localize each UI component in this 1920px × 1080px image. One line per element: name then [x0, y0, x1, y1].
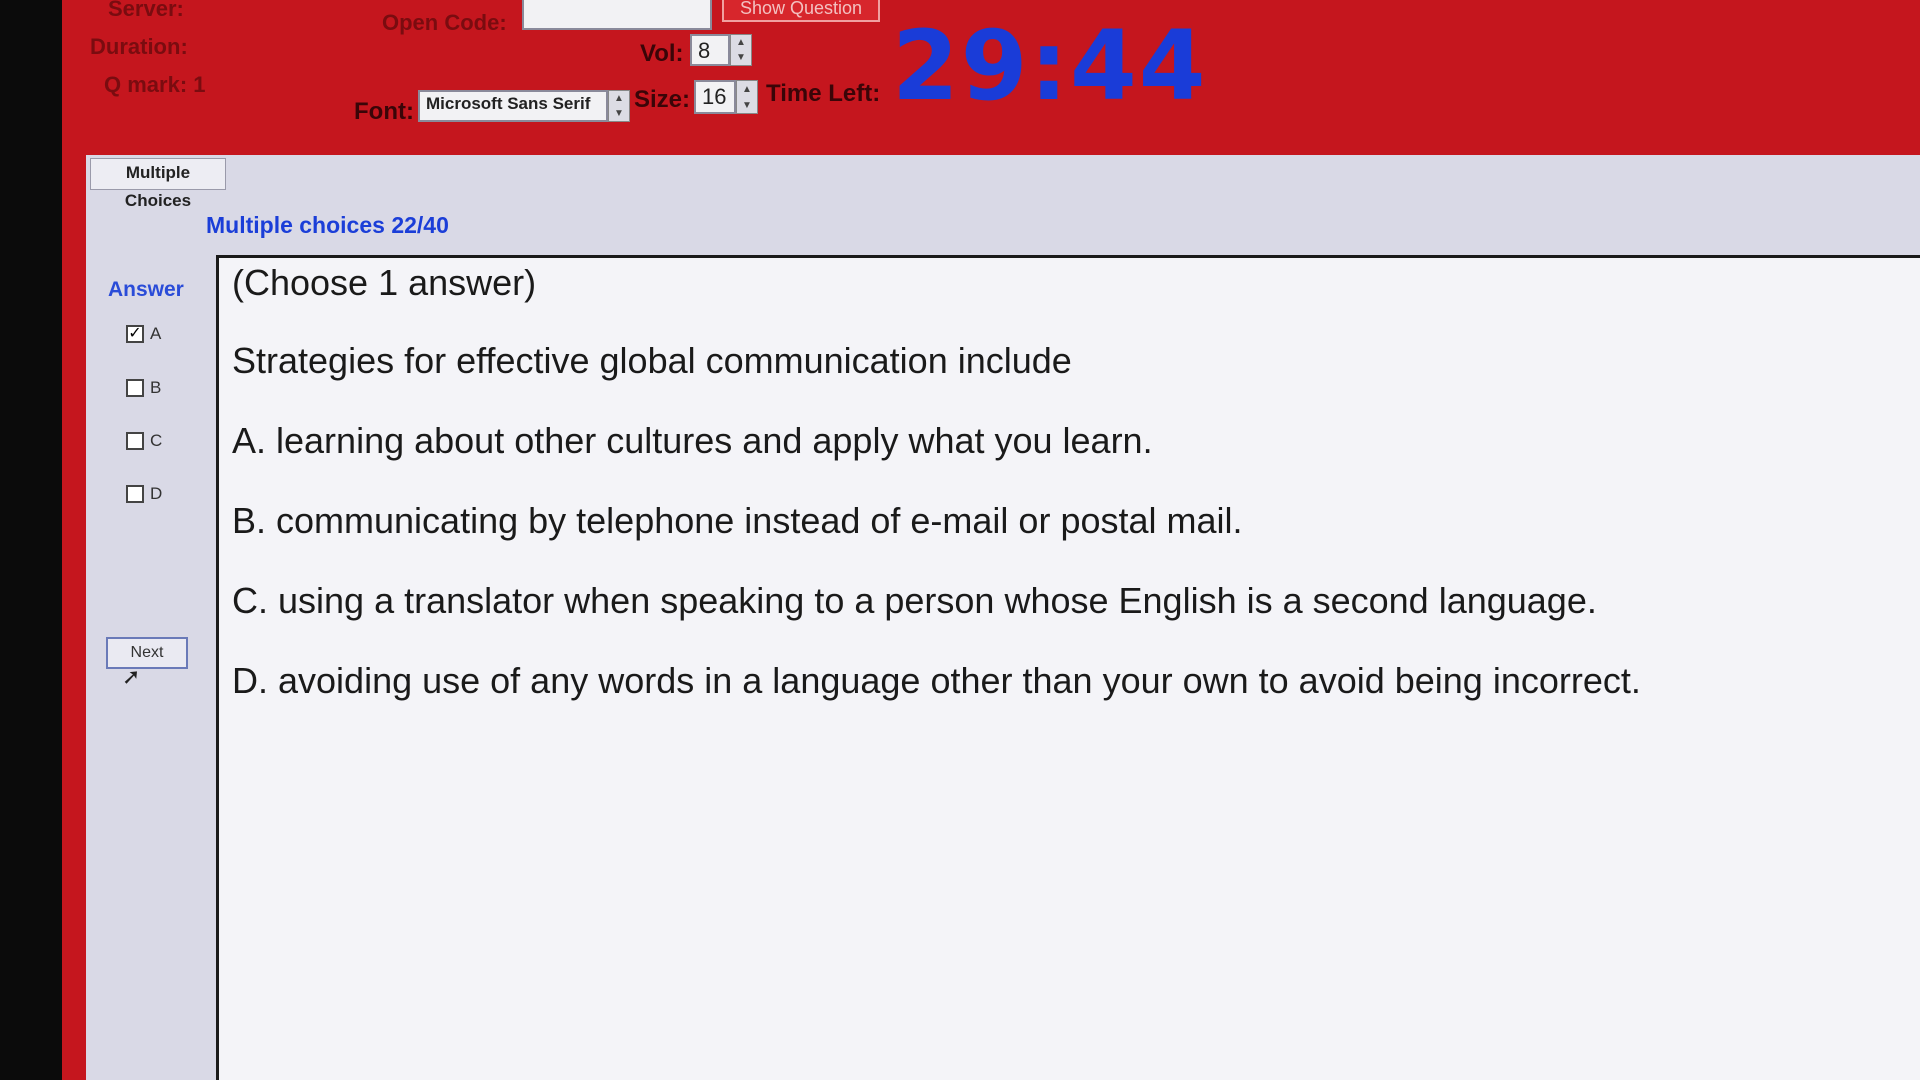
checkbox-a[interactable]: ✓ — [126, 325, 144, 343]
check-icon: ✓ — [128, 325, 142, 342]
down-arrow-icon[interactable]: ▼ — [736, 52, 746, 63]
open-code-label: Open Code: — [382, 10, 507, 35]
answer-option-c[interactable]: C — [126, 431, 162, 451]
option-label: C — [150, 431, 163, 450]
choice-d-text: D. avoiding use of any words in a langua… — [232, 660, 1641, 701]
down-arrow-icon[interactable]: ▼ — [614, 108, 624, 119]
time-left-label: Time Left: — [766, 80, 881, 107]
down-arrow-icon[interactable]: ▼ — [742, 100, 752, 111]
size-label: Size: — [634, 86, 691, 113]
qmark-info: Q mark: 1 — [104, 72, 206, 98]
server-label: Server: — [108, 0, 184, 21]
question-counter: Multiple choices 22/40 — [206, 212, 449, 238]
answer-option-b[interactable]: B — [126, 378, 161, 398]
server-info: Server: — [108, 0, 184, 22]
choice-a-text: A. learning about other cultures and app… — [232, 420, 1153, 461]
choice-b-text: B. communicating by telephone instead of… — [232, 500, 1243, 541]
answer-option-d[interactable]: D — [126, 484, 162, 504]
qmark-label: Q mark: — [104, 72, 188, 97]
checkbox-c[interactable] — [126, 432, 144, 450]
tab-multiple-choices[interactable]: Multiple Choices — [90, 158, 226, 210]
size-spinner[interactable]: ▲ ▼ — [736, 80, 758, 114]
up-arrow-icon[interactable]: ▲ — [742, 84, 752, 95]
next-button[interactable]: Next — [106, 637, 188, 669]
duration-label: Duration: — [90, 34, 188, 59]
up-arrow-icon[interactable]: ▲ — [736, 37, 746, 48]
checkbox-b[interactable] — [126, 379, 144, 397]
show-question-button[interactable]: Show Question — [722, 0, 880, 22]
duration-info: Duration: — [90, 34, 188, 60]
option-label: B — [150, 378, 162, 397]
vol-label: Vol: — [640, 40, 684, 67]
size-input[interactable]: 16 — [694, 80, 736, 114]
qmark-value: 1 — [193, 72, 206, 97]
choice-c-text: C. using a translator when speaking to a… — [232, 580, 1597, 621]
vol-input[interactable]: 8 — [690, 34, 730, 66]
question-instruction: (Choose 1 answer) — [232, 262, 537, 303]
font-label: Font: — [354, 98, 414, 125]
answer-option-a[interactable]: ✓ A — [126, 324, 161, 344]
countdown-timer: 29:44 — [892, 10, 1208, 122]
question-stem: Strategies for effective global communic… — [232, 340, 1072, 381]
option-label: D — [150, 484, 163, 503]
checkbox-d[interactable] — [126, 485, 144, 503]
vol-spinner[interactable]: ▲ ▼ — [730, 34, 752, 66]
up-arrow-icon[interactable]: ▲ — [614, 93, 624, 104]
font-select[interactable]: Microsoft Sans Serif — [418, 90, 608, 122]
open-code-input[interactable] — [522, 0, 712, 30]
font-spinner[interactable]: ▲ ▼ — [608, 90, 630, 122]
answer-heading: Answer — [108, 278, 184, 301]
exam-window: Server: Duration: Q mark: 1 Open Code: S… — [62, 0, 1920, 1080]
mouse-pointer-icon: ➚ — [122, 664, 141, 689]
monitor-bezel — [0, 0, 62, 1080]
option-label: A — [150, 324, 162, 343]
